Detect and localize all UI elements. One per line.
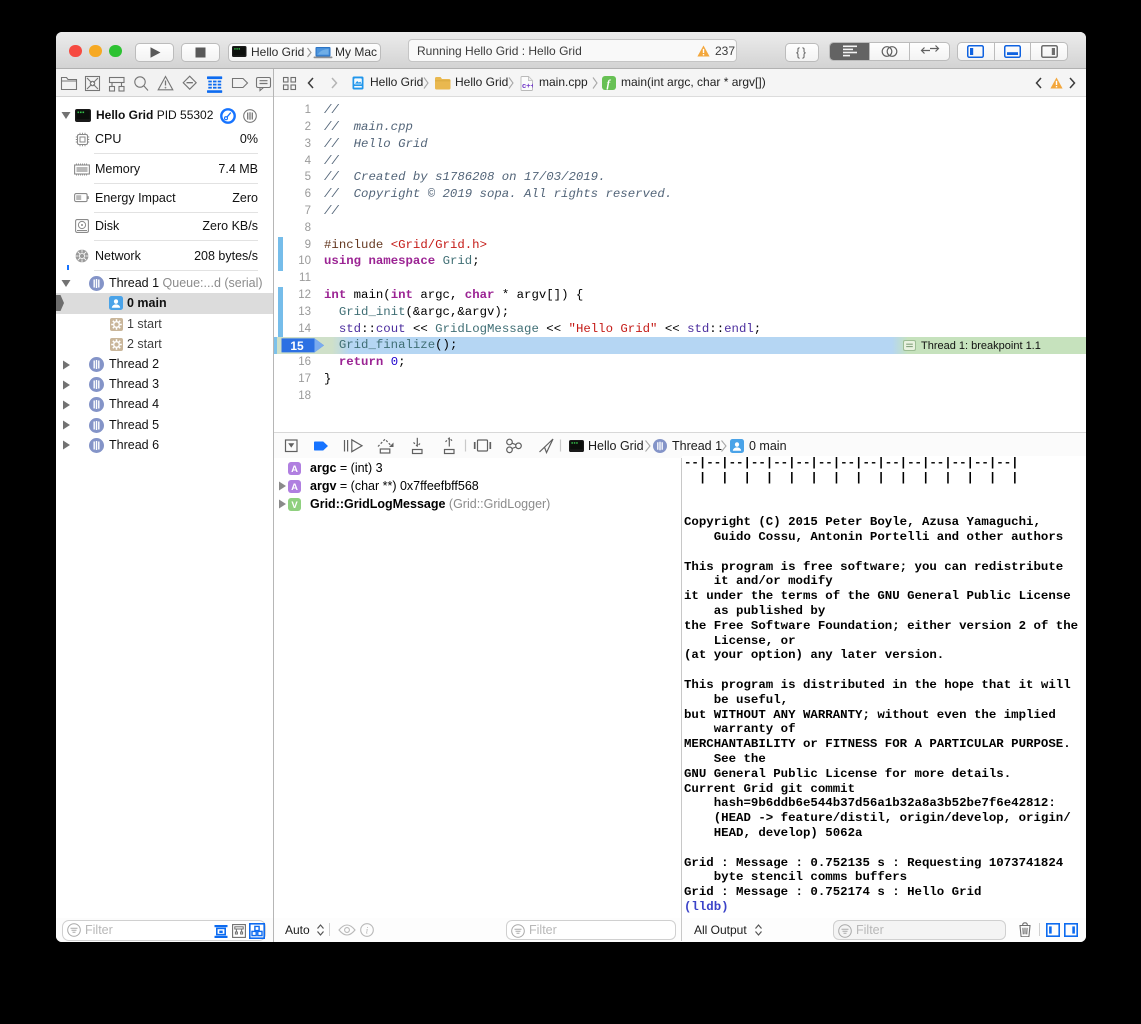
- svg-text:i: i: [366, 927, 369, 937]
- svg-text:Thread 1: Thread 1: [672, 439, 722, 453]
- svg-text:Hello Grid: Hello Grid: [251, 45, 304, 59]
- svg-text:A: A: [291, 464, 298, 475]
- svg-text:c++: c++: [522, 81, 533, 90]
- svg-text:A: A: [291, 482, 298, 493]
- svg-text:0 main: 0 main: [749, 439, 787, 453]
- svg-text:Hello Grid: Hello Grid: [588, 439, 644, 453]
- svg-text:V: V: [291, 500, 298, 511]
- svg-text:My Mac: My Mac: [335, 45, 377, 59]
